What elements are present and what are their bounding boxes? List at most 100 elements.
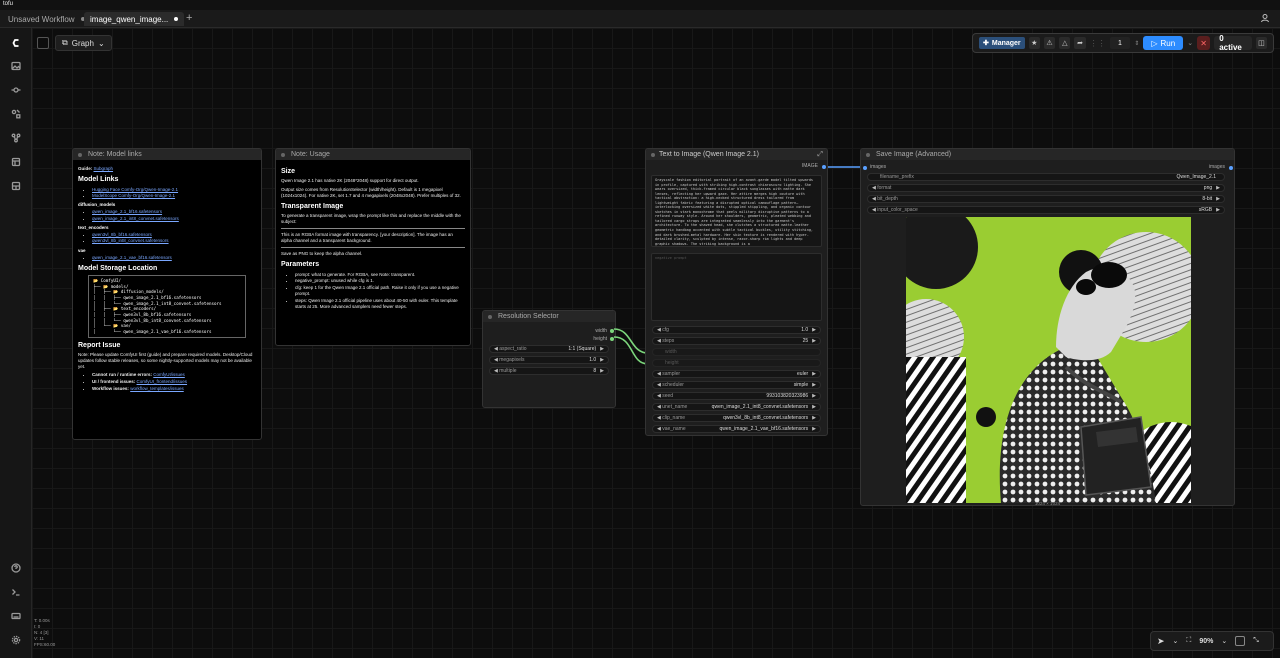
left-arrow-icon[interactable]: ◀ — [657, 382, 661, 388]
active-queue-badge[interactable]: 0 active — [1214, 34, 1252, 52]
text-to-image-node[interactable]: Text to Image (Qwen Image 2.1) ⤢ IMAGE G… — [645, 148, 828, 436]
output-images-port[interactable] — [1229, 166, 1233, 170]
note-usage-node[interactable]: Note: Usage Size Qwen Image 2.1 has nati… — [275, 148, 471, 346]
right-arrow-icon[interactable]: ▶ — [600, 346, 604, 352]
left-arrow-icon[interactable]: ◀ — [494, 357, 498, 363]
chevron-down-icon[interactable]: ⌄ — [1173, 637, 1179, 645]
run-options-chevron-icon[interactable]: ⌄ — [1187, 39, 1193, 47]
link-huggingface[interactable]: Hugging Face Comfy-Org/Qwen-Image-2.1 — [92, 187, 178, 192]
report-link[interactable]: ComfyUI_frontend/issues — [137, 379, 188, 384]
output-width-port[interactable] — [610, 329, 614, 333]
left-arrow-icon[interactable]: ◀ — [657, 393, 661, 399]
right-arrow-icon[interactable]: ▶ — [812, 426, 816, 432]
left-arrow-icon[interactable]: ◀ — [657, 327, 661, 333]
images-icon[interactable] — [8, 59, 24, 73]
right-arrow-icon[interactable]: ▶ — [600, 357, 604, 363]
link-diffusion-bf16[interactable]: qwen_image_2.1_bf16.safetensors — [92, 209, 162, 214]
right-arrow-icon[interactable]: ▶ — [1216, 207, 1220, 213]
queue-count-input[interactable]: 1 — [1109, 37, 1131, 49]
stepper-icon[interactable]: ⇕ — [1134, 40, 1139, 47]
run-button[interactable]: ▷ Run — [1143, 36, 1184, 50]
right-arrow-icon[interactable]: ▶ — [812, 393, 816, 399]
sampler-widget[interactable]: ◀ sampler euler ▶ — [652, 370, 821, 378]
right-arrow-icon[interactable]: ▶ — [812, 404, 816, 410]
link-te-int8[interactable]: qwen3vl_8b_int8_convnet.safetensors — [92, 238, 169, 243]
input-color-space-widget[interactable]: ◀ input_color_space sRGB ▶ — [867, 206, 1225, 214]
drag-handle-icon[interactable]: ⋮⋮ — [1090, 39, 1106, 48]
graph-menu-button[interactable]: ⧉ Graph ⌄ — [55, 35, 112, 51]
left-arrow-icon[interactable]: ◀ — [494, 368, 498, 374]
seed-widget[interactable]: ◀ seed 993103820323986 ▶ — [652, 392, 821, 400]
chevron-down-icon[interactable]: ⌄ — [1221, 637, 1227, 645]
node-title[interactable]: Text to Image (Qwen Image 2.1) — [646, 149, 827, 160]
stop-button[interactable]: ✕ — [1197, 36, 1211, 50]
left-arrow-icon[interactable]: ◀ — [872, 196, 876, 202]
node-title[interactable]: Note: Model links — [73, 149, 261, 160]
note-model-links-node[interactable]: Note: Model links Guide: Subgraph Model … — [72, 148, 262, 440]
right-arrow-icon[interactable]: ▶ — [812, 371, 816, 377]
templates-icon[interactable] — [8, 179, 24, 193]
fit-view-icon[interactable]: ⛶ — [1186, 637, 1191, 645]
scheduler-widget[interactable]: ◀ scheduler simple ▶ — [652, 381, 821, 389]
aspect-ratio-widget[interactable]: ◀ aspect_ratio 1:1 (Square) ▶ — [489, 345, 609, 353]
right-arrow-icon[interactable]: ▶ — [1216, 196, 1220, 202]
unet-name-widget[interactable]: ◀ unet_name qwen_image_2.1_int8_convnet.s… — [652, 403, 821, 411]
input-images-port[interactable] — [863, 166, 867, 170]
right-arrow-icon[interactable]: ▶ — [1216, 185, 1220, 191]
left-arrow-icon[interactable]: ◀ — [872, 207, 876, 213]
megapixels-widget[interactable]: ◀ megapixels 1.0 ▶ — [489, 356, 609, 364]
link-visibility-icon[interactable]: ⤡ — [1253, 637, 1259, 645]
cfg-widget[interactable]: ◀ cfg 1.0 ▶ — [652, 326, 821, 334]
settings-gear-icon[interactable] — [8, 633, 24, 647]
save-image-node[interactable]: Save Image (Advanced) images images file… — [860, 148, 1235, 506]
warning-icon[interactable]: ⚠ — [1043, 37, 1056, 49]
multiple-widget[interactable]: ◀ multiple 8 ▶ — [489, 367, 609, 375]
left-arrow-icon[interactable]: ◀ — [657, 426, 661, 432]
vae-name-widget[interactable]: ◀ vae_name qwen_image_2.1_vae_bf16.safete… — [652, 425, 821, 433]
link-te-bf16[interactable]: qwen3vl_8b_bf16.safetensors — [92, 232, 152, 237]
left-arrow-icon[interactable]: ◀ — [657, 404, 661, 410]
model-library-icon[interactable] — [8, 131, 24, 145]
generated-image-preview[interactable] — [906, 217, 1191, 503]
minimap-icon[interactable] — [1235, 636, 1246, 646]
right-arrow-icon[interactable]: ▶ — [812, 415, 816, 421]
node-title[interactable]: Resolution Selector — [483, 311, 615, 322]
expand-icon[interactable]: ⤢ — [817, 151, 823, 159]
filename-prefix-widget[interactable]: filename_prefix Qwen_Image_2.1 — [867, 173, 1225, 181]
workflows-icon[interactable] — [8, 155, 24, 169]
report-link[interactable]: workflow_templates/issues — [130, 386, 184, 391]
link-vae[interactable]: qwen_image_2.1_vae_bf16.safetensors — [92, 255, 172, 260]
right-arrow-icon[interactable]: ▶ — [812, 338, 816, 344]
negative-prompt-textarea[interactable]: negative prompt — [651, 253, 822, 321]
right-arrow-icon[interactable]: ▶ — [812, 327, 816, 333]
node-title[interactable]: Note: Usage — [276, 149, 470, 160]
alert-icon[interactable]: △ — [1059, 37, 1071, 49]
left-arrow-icon[interactable]: ◀ — [657, 371, 661, 377]
prompt-textarea[interactable]: Grayscale fashion editorial portrait of … — [651, 175, 822, 247]
guide-link[interactable]: Subgraph — [94, 166, 114, 171]
clip-name-widget[interactable]: ◀ clip_name qwen3vl_8b_int8_convnet.safet… — [652, 414, 821, 422]
zoom-level[interactable]: 90% — [1199, 638, 1213, 645]
new-tab-plus-icon[interactable]: + — [186, 12, 192, 24]
star-icon[interactable]: ★ — [1028, 37, 1040, 49]
output-image-port[interactable] — [822, 165, 826, 169]
left-arrow-icon[interactable]: ◀ — [872, 185, 876, 191]
link-modelscope[interactable]: ModelScope Comfy-Org/Qwen-Image-2.1 — [92, 193, 175, 198]
output-height-port[interactable] — [610, 337, 614, 341]
left-arrow-icon[interactable]: ◀ — [657, 415, 661, 421]
panel-right-icon[interactable]: ◫ — [1255, 37, 1267, 49]
steps-widget[interactable]: ◀ steps 25 ▶ — [652, 337, 821, 345]
user-icon[interactable] — [1260, 13, 1270, 23]
tab-unsaved-workflow[interactable]: Unsaved Workflow — [2, 12, 91, 26]
left-arrow-icon[interactable]: ◀ — [494, 346, 498, 352]
node-title[interactable]: Save Image (Advanced) — [861, 149, 1234, 160]
share-icon[interactable]: ➦ — [1074, 37, 1086, 49]
left-arrow-icon[interactable]: ◀ — [657, 338, 661, 344]
link-diffusion-int8[interactable]: qwen_image_2.1_int8_convnet.safetensors — [92, 216, 179, 221]
bit-depth-widget[interactable]: ◀ bit_depth 8-bit ▶ — [867, 195, 1225, 203]
help-icon[interactable] — [8, 561, 24, 575]
manager-button[interactable]: ✚ Manager — [979, 37, 1025, 49]
panel-toggle-icon[interactable] — [37, 37, 49, 49]
pointer-mode-icon[interactable]: ➤ — [1157, 636, 1165, 647]
queue-icon[interactable] — [8, 83, 24, 97]
